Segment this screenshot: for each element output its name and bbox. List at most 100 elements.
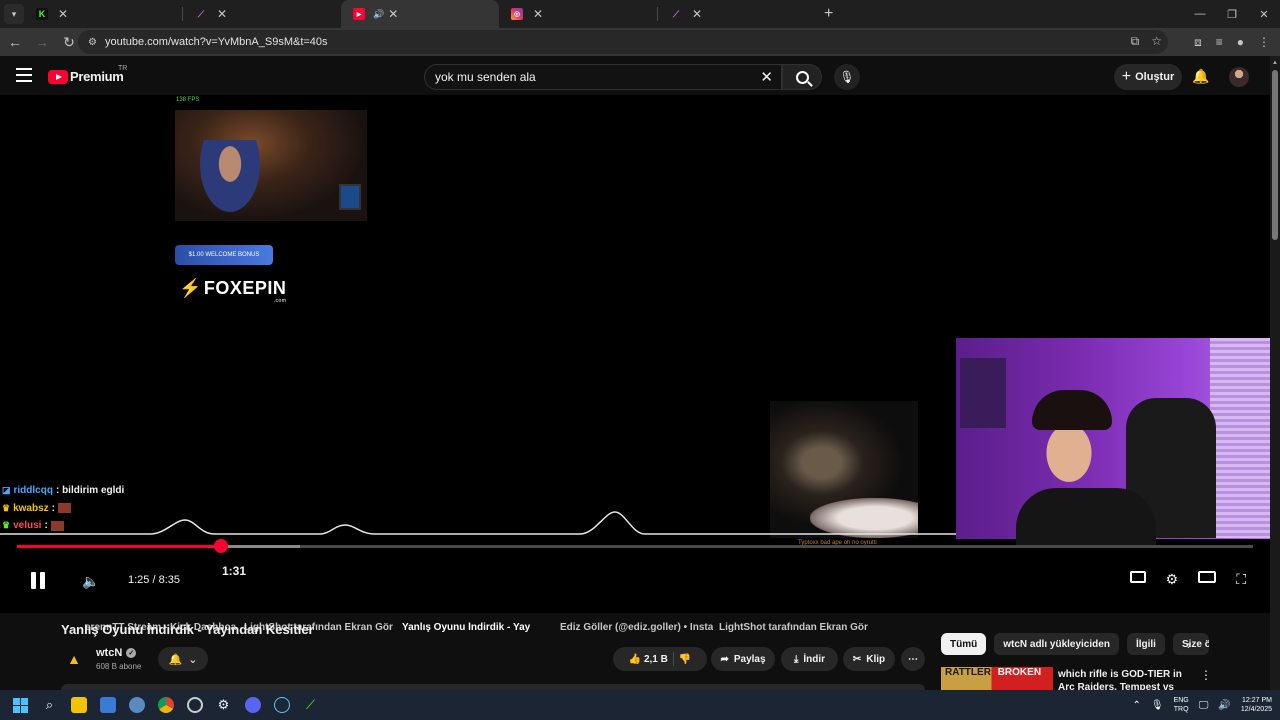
recommendation-chips: Tümü wtcN adlı yükleyiciden İlgili Size …: [941, 633, 1209, 655]
video-player[interactable]: 138 FPS $1.00 WELCOME BONUS ⚡ FOXEPIN .co…: [0, 95, 1270, 613]
network-app-icon[interactable]: [122, 690, 151, 720]
file-explorer-icon[interactable]: [64, 690, 93, 720]
pause-button[interactable]: [31, 572, 45, 589]
recommended-video-title[interactable]: which rifle is GOD-TIER in Arc Raiders. …: [1058, 668, 1188, 690]
channel-name[interactable]: wtcN ✓: [96, 647, 137, 659]
settings-icon[interactable]: ⚙: [209, 690, 238, 720]
download-icon: ⤓: [793, 653, 799, 665]
clip-label: Klip: [866, 653, 886, 665]
chip-related[interactable]: İlgili: [1126, 633, 1165, 655]
thumbnail-text: RATTLER: [945, 667, 991, 678]
more-actions-button[interactable]: ⋯: [901, 647, 925, 671]
streamer-webcam-left: [175, 110, 367, 221]
create-button[interactable]: + Oluştur: [1114, 64, 1182, 90]
logo-text: Premium: [70, 69, 124, 84]
subtitles-icon[interactable]: [1129, 571, 1146, 583]
channel-avatar[interactable]: ▲: [62, 647, 86, 671]
discord-icon[interactable]: [238, 690, 267, 720]
theater-mode-icon[interactable]: [1198, 571, 1217, 583]
extensions-icon[interactable]: ⧈: [1194, 35, 1202, 50]
browser-tab-1[interactable]: ⟋ LightShot tarafından Ekran Gör ✕: [183, 0, 393, 633]
browser-tab-3[interactable]: ◎ Ediz Göller (@ediz.goller) • Insta ✕: [499, 0, 713, 633]
notifications-bell-icon[interactable]: 🔔: [1192, 68, 1209, 85]
search-icon[interactable]: ⌕: [35, 690, 64, 720]
page-scrollbar[interactable]: ▲: [1270, 56, 1280, 690]
clock[interactable]: 12:27 PM 12/4/2025: [1241, 696, 1272, 714]
duration: 8:35: [158, 574, 181, 586]
chevron-right-icon[interactable]: ›: [1187, 638, 1191, 652]
seek-bar[interactable]: [17, 539, 1253, 553]
omnibox-actions: ⧉ ☆: [1131, 34, 1162, 49]
chrome-icon[interactable]: [151, 690, 180, 720]
tab-search-button[interactable]: ▾: [4, 4, 24, 24]
seek-handle[interactable]: [213, 539, 228, 553]
settings-gear-icon[interactable]: ⚙: [1166, 571, 1179, 588]
microphone-tray-icon[interactable]: 🎙: [1151, 700, 1164, 711]
steam-icon[interactable]: [267, 690, 296, 720]
clear-search-icon[interactable]: ✕: [760, 68, 773, 86]
sponsor-name: FOXEPIN: [203, 278, 287, 298]
kick-icon: K: [36, 8, 48, 20]
bookmark-star-icon[interactable]: ☆: [1151, 34, 1162, 49]
plus-icon: +: [1121, 68, 1132, 85]
media-control-icon[interactable]: ≡: [1216, 35, 1223, 49]
tray-overflow-icon[interactable]: ⌃: [1132, 700, 1140, 711]
store-icon[interactable]: [93, 690, 122, 720]
chat-text: : bildirim egldi: [55, 485, 125, 497]
profile-icon[interactable]: ●: [1237, 35, 1244, 49]
chip-all[interactable]: Tümü: [941, 633, 987, 655]
search-query: yok mu senden ala: [435, 70, 536, 84]
chip-from-uploader[interactable]: wtcN adlı yükleyiciden: [994, 633, 1119, 655]
youtube-logo[interactable]: Premium TR: [48, 65, 127, 84]
sponsor-domain: .com: [273, 298, 287, 304]
user-avatar[interactable]: [1229, 67, 1249, 87]
current-time: 1:25: [128, 574, 150, 586]
scroll-up-arrow-icon[interactable]: ▲: [1272, 60, 1278, 66]
video-title: Yanlış Oyunu İndirdik - Yayından Kesitle…: [61, 622, 314, 637]
address-bar[interactable]: ⚙ youtube.com/watch?v=YvMbnA_S9sM&t=40s …: [78, 30, 1168, 54]
back-icon[interactable]: ←: [3, 34, 27, 50]
close-window-icon[interactable]: ✕: [1248, 8, 1280, 21]
subscription-bell-button[interactable]: 🔔 ⌄: [158, 647, 208, 671]
restore-icon[interactable]: ❐: [1216, 8, 1248, 21]
close-icon[interactable]: ✕: [58, 7, 68, 21]
more-vert-icon[interactable]: ⋮: [1200, 668, 1212, 682]
search-input[interactable]: yok mu senden ala ✕: [424, 64, 782, 90]
menu-icon[interactable]: ⋮: [1258, 35, 1270, 49]
volume-icon[interactable]: 🔈: [82, 573, 99, 590]
search-button[interactable]: [782, 64, 822, 90]
close-icon[interactable]: ✕: [388, 7, 398, 21]
browser-tab-4[interactable]: ⟋ LightShot tarafından Ekran Gör ✕: [658, 0, 868, 633]
forward-icon[interactable]: →: [30, 34, 54, 50]
close-icon[interactable]: ✕: [217, 7, 227, 21]
channel-name-text: wtcN: [96, 647, 123, 659]
fox-icon: ⚡: [179, 278, 202, 298]
recording-app-icon[interactable]: [180, 690, 209, 720]
minimize-icon[interactable]: —: [1184, 8, 1216, 20]
cast-icon[interactable]: ⧉: [1131, 34, 1140, 49]
browser-tab-2[interactable]: ▶ Yanlış Oyunu İndirdik - Yay 🔊 ✕: [341, 0, 530, 633]
like-button[interactable]: 👍 2,1 B: [629, 654, 668, 665]
dislike-icon[interactable]: 👎: [679, 654, 691, 665]
recommended-video-thumbnail[interactable]: RATTLER BROKEN: [941, 667, 1053, 690]
share-button[interactable]: ➦ Paylaş: [711, 647, 775, 671]
close-icon[interactable]: ✕: [692, 7, 702, 21]
new-tab-button[interactable]: +: [824, 5, 833, 23]
speaker-icon[interactable]: 🔊: [373, 9, 384, 20]
volume-tray-icon[interactable]: 🔊: [1218, 700, 1230, 711]
hamburger-menu-icon[interactable]: [16, 68, 32, 82]
windows-start-icon[interactable]: [6, 690, 35, 720]
network-icon[interactable]: 🖵: [1199, 700, 1209, 711]
fullscreen-icon[interactable]: ⛶: [1236, 571, 1246, 588]
clip-button[interactable]: ✂ Klip: [843, 647, 895, 671]
download-button[interactable]: ⤓ İndir: [781, 647, 838, 671]
site-info-icon[interactable]: ⚙: [88, 37, 97, 48]
browser-tab-0[interactable]: K erennTT Stream - Kick Dashboa ✕: [24, 0, 236, 633]
app-icon[interactable]: ⟋: [296, 690, 325, 720]
scrollbar-thumb[interactable]: [1272, 70, 1278, 240]
voice-search-button[interactable]: 🎙: [834, 64, 860, 90]
share-label: Paylaş: [733, 653, 766, 665]
close-icon[interactable]: ✕: [533, 7, 543, 21]
language-indicator[interactable]: ENG TRQ: [1174, 696, 1189, 714]
download-label: İndir: [803, 653, 826, 665]
